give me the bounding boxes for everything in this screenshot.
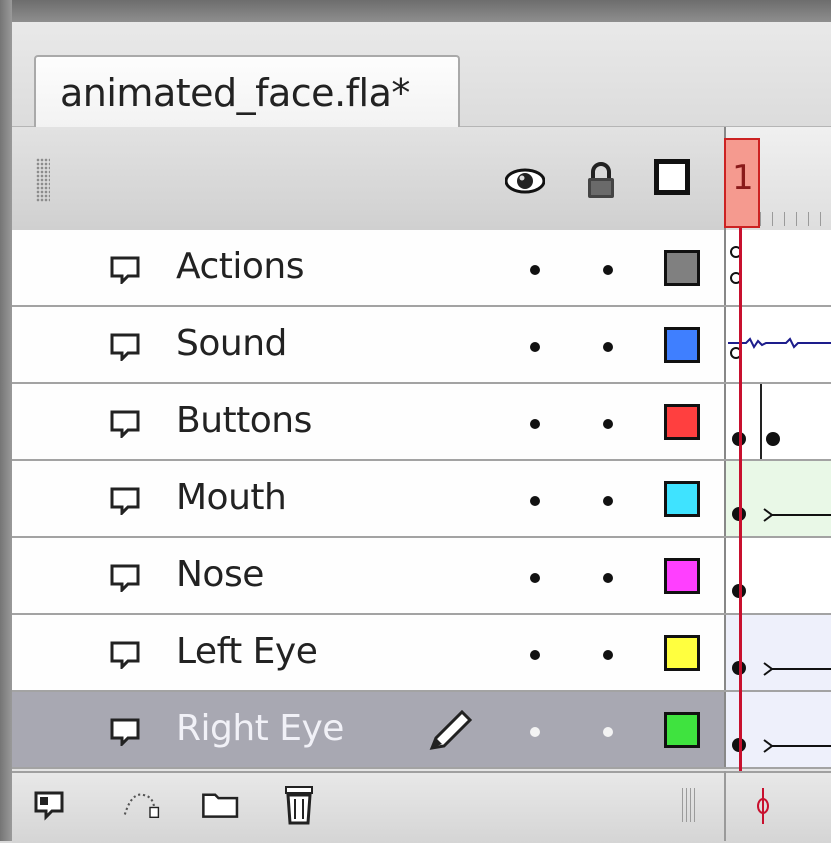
layer-row-mouth[interactable]: Mouth [12,461,831,538]
layer-name: Nose [176,554,264,595]
layer-name: Actions [176,246,305,287]
visibility-toggle[interactable] [530,496,540,506]
outline-color-swatch[interactable] [664,558,700,594]
lock-toggle[interactable] [603,265,613,275]
footer-divider [724,771,726,841]
outline-color-swatch[interactable] [664,327,700,363]
layer-name: Mouth [176,477,287,518]
layer-name: Buttons [176,400,312,441]
visibility-toggle[interactable] [530,265,540,275]
visibility-toggle[interactable] [530,650,540,660]
panel-grip-handle[interactable] [36,158,50,202]
lock-toggle[interactable] [603,650,613,660]
tween-arrow [763,739,831,753]
outline-color-swatch[interactable] [664,481,700,517]
lock-toggle[interactable] [603,727,613,737]
outline-color-swatch[interactable] [664,250,700,286]
lock-toggle[interactable] [603,573,613,583]
layer-row-buttons[interactable]: Buttons [12,384,831,461]
lock-toggle[interactable] [603,342,613,352]
playhead[interactable]: 1 [724,138,760,228]
layer-icon [110,718,140,746]
new-folder-icon[interactable] [200,783,242,825]
pencil-icon [429,709,473,750]
lock-toggle[interactable] [603,419,613,429]
layer-row-sound[interactable]: Sound [12,307,831,384]
layer-icon [110,410,140,438]
layer-name: Sound [176,323,287,364]
window-left-edge [0,0,12,841]
visibility-toggle[interactable] [530,419,540,429]
action-keyframe-icon [730,246,742,284]
ruler-ticks [760,212,831,226]
outline-color-swatch[interactable] [664,404,700,440]
tween-arrow [763,508,831,522]
visibility-toggle[interactable] [530,573,540,583]
layer-row-left-eye[interactable]: Left Eye [12,615,831,692]
playhead-frame-number: 1 [732,158,754,198]
eye-icon[interactable] [505,168,545,194]
footer-splitter[interactable] [682,788,696,822]
layer-name: Left Eye [176,631,318,672]
visibility-toggle[interactable] [530,342,540,352]
document-tab-label: animated_face.fla* [60,71,410,115]
onion-skin-icon[interactable] [752,786,774,826]
new-layer-icon[interactable] [30,783,72,825]
layer-icon [110,564,140,592]
outline-icon[interactable] [654,159,690,195]
outline-color-swatch[interactable] [664,635,700,671]
visibility-toggle[interactable] [530,727,540,737]
layer-row-actions[interactable]: Actions [12,230,831,307]
layer-icon [110,641,140,669]
playhead-line [739,228,742,813]
layer-header-row [12,127,831,232]
layer-icon [110,256,140,284]
document-tab[interactable]: animated_face.fla* [34,55,460,129]
window-top-edge [0,0,831,22]
layer-row-right-eye[interactable]: Right Eye [12,692,831,769]
layer-name: Right Eye [176,708,344,749]
tween-arrow [763,662,831,676]
lock-toggle[interactable] [603,496,613,506]
keyframe-dot [766,432,780,446]
add-motion-guide-icon[interactable] [122,783,164,825]
outline-color-swatch[interactable] [664,712,700,748]
layer-row-nose[interactable]: Nose [12,538,831,615]
lock-icon[interactable] [585,161,617,199]
layer-icon [110,487,140,515]
delete-layer-icon[interactable] [278,783,320,825]
layer-icon [110,333,140,361]
